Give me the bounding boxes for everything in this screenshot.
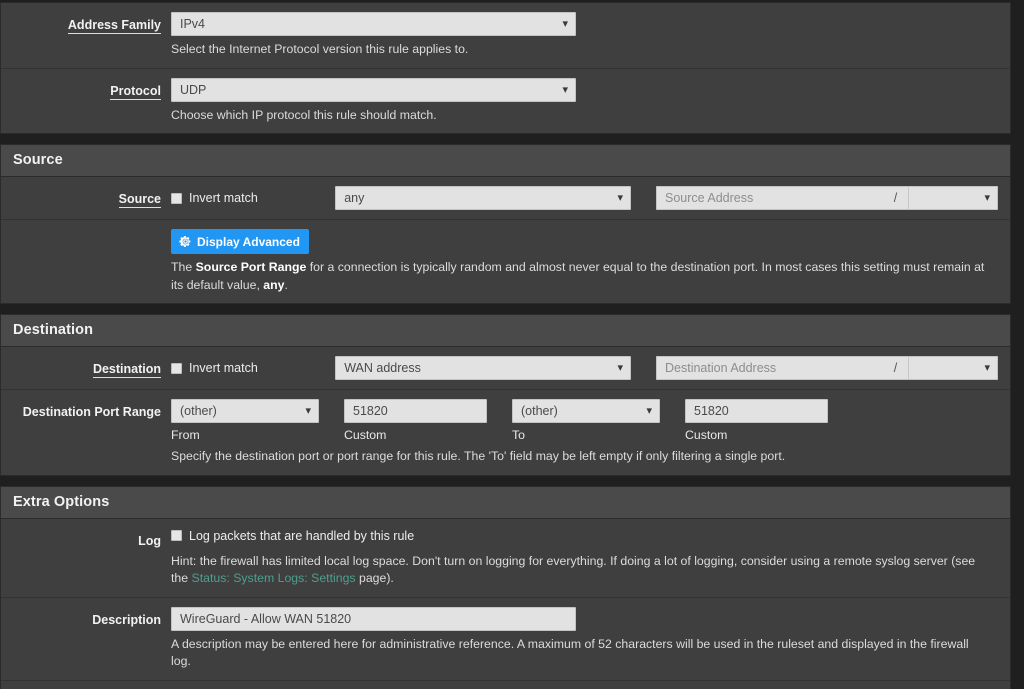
destination-address-group: Destination Address / ▾ bbox=[656, 356, 998, 380]
address-family-help: Select the Internet Protocol version thi… bbox=[171, 42, 469, 56]
description-row: Description WireGuard - Allow WAN 51820 … bbox=[1, 598, 1010, 681]
chevron-down-icon: ▾ bbox=[617, 192, 623, 204]
port-to-sublabel: To bbox=[512, 428, 525, 442]
source-port-range-label-spacer bbox=[1, 229, 171, 235]
source-type-select[interactable]: any ▾ bbox=[335, 186, 631, 210]
log-packets-label: Log packets that are handled by this rul… bbox=[189, 528, 415, 543]
help-suffix: . bbox=[284, 277, 288, 292]
port-from-custom-sublabel: Custom bbox=[344, 428, 387, 442]
destination-address-input[interactable]: Destination Address bbox=[656, 356, 883, 380]
extra-options-heading: Extra Options bbox=[1, 486, 1010, 519]
destination-port-to-value: (other) bbox=[521, 404, 558, 418]
port-from-custom-column: 51820 Custom bbox=[344, 399, 487, 442]
destination-port-range-label-text: Destination Port Range bbox=[22, 405, 161, 419]
destination-port-range-label: Destination Port Range bbox=[1, 399, 171, 420]
destination-label: Destination bbox=[1, 356, 171, 378]
port-from-sublabel: From bbox=[171, 428, 200, 442]
checkbox-box bbox=[171, 530, 182, 541]
log-hint-suffix: page). bbox=[355, 571, 394, 585]
port-range-fields: (other) ▾ From 51820 Custom (other) ▾ To… bbox=[171, 399, 998, 442]
source-port-range-row: Display Advanced The Source Port Range f… bbox=[1, 220, 1010, 303]
chevron-down-icon: ▾ bbox=[562, 83, 568, 96]
source-address-input[interactable]: Source Address bbox=[656, 186, 883, 210]
source-label-text[interactable]: Source bbox=[118, 192, 161, 208]
source-row: Source Invert match any ▾ Source Address… bbox=[1, 177, 1010, 220]
system-logs-settings-link[interactable]: Status: System Logs: Settings bbox=[192, 571, 356, 585]
destination-port-from-custom-input[interactable]: 51820 bbox=[344, 399, 487, 423]
extra-options-panel: Extra Options Log Log packets that are h… bbox=[0, 485, 1011, 689]
source-display-advanced-label: Display Advanced bbox=[197, 234, 300, 249]
description-label: Description bbox=[1, 607, 171, 628]
help-bold-any: any bbox=[263, 277, 285, 292]
source-panel: Source Source Invert match any ▾ Source bbox=[0, 144, 1011, 304]
log-packets-checkbox[interactable]: Log packets that are handled by this rul… bbox=[171, 528, 414, 544]
address-family-value: IPv4 bbox=[180, 17, 206, 31]
chevron-down-icon: ▾ bbox=[984, 192, 990, 204]
description-label-text: Description bbox=[92, 612, 161, 627]
cidr-slash-separator: / bbox=[883, 356, 908, 380]
source-type-value: any bbox=[344, 191, 365, 205]
protocol-value: UDP bbox=[180, 82, 207, 97]
destination-panel: Destination Destination Invert match WAN… bbox=[0, 314, 1011, 476]
destination-invert-match-label: Invert match bbox=[189, 361, 258, 375]
destination-port-to-select[interactable]: (other) ▾ bbox=[512, 399, 660, 423]
destination-port-range-help: Specify the destination port or port ran… bbox=[171, 449, 786, 463]
chevron-down-icon: ▾ bbox=[305, 405, 311, 417]
destination-port-from-select[interactable]: (other) ▾ bbox=[171, 399, 319, 423]
destination-mask-select[interactable]: ▾ bbox=[908, 356, 998, 380]
source-heading: Source bbox=[1, 145, 1010, 177]
description-input[interactable]: WireGuard - Allow WAN 51820 bbox=[171, 606, 576, 631]
log-label-text: Log bbox=[138, 533, 161, 548]
protocol-help: Choose which IP protocol this rule shoul… bbox=[171, 107, 437, 122]
address-family-label: Address Family bbox=[1, 12, 171, 34]
log-row: Log Log packets that are handled by this… bbox=[1, 519, 1010, 598]
protocol-label-text[interactable]: Protocol bbox=[110, 83, 161, 100]
destination-port-help-row: Specify the destination port or port ran… bbox=[1, 448, 1010, 475]
protocol-select[interactable]: UDP ▾ bbox=[171, 77, 576, 102]
cidr-slash-separator: / bbox=[883, 186, 908, 210]
destination-heading: Destination bbox=[1, 315, 1010, 347]
general-panel: Address Family IPv4 ▾ Select the Interne… bbox=[0, 2, 1011, 134]
destination-port-from-value: (other) bbox=[180, 404, 217, 418]
help-prefix: The bbox=[171, 260, 196, 274]
destination-label-text[interactable]: Destination bbox=[92, 362, 161, 378]
destination-type-value: WAN address bbox=[344, 361, 421, 375]
chevron-down-icon: ▾ bbox=[617, 362, 623, 374]
protocol-label: Protocol bbox=[1, 78, 171, 100]
chevron-down-icon: ▾ bbox=[646, 405, 652, 417]
source-display-advanced-button[interactable]: Display Advanced bbox=[171, 229, 309, 254]
chevron-down-icon: ▾ bbox=[562, 18, 568, 30]
destination-port-range-row: Destination Port Range (other) ▾ From 51… bbox=[1, 390, 1010, 448]
address-family-label-text[interactable]: Address Family bbox=[67, 18, 161, 34]
checkbox-box bbox=[171, 192, 182, 204]
destination-port-help-spacer bbox=[1, 448, 171, 454]
description-help: A description may be entered here for ad… bbox=[171, 636, 969, 669]
help-bold-source-port-range: Source Port Range bbox=[195, 260, 307, 274]
address-family-row: Address Family IPv4 ▾ Select the Interne… bbox=[1, 3, 1010, 69]
firewall-rule-edit-form: Address Family IPv4 ▾ Select the Interne… bbox=[0, 2, 1024, 689]
checkbox-box bbox=[171, 362, 182, 374]
source-label: Source bbox=[1, 186, 171, 208]
gear-icon bbox=[179, 235, 191, 248]
source-invert-match-checkbox[interactable]: Invert match bbox=[171, 186, 321, 210]
source-mask-select[interactable]: ▾ bbox=[908, 186, 998, 210]
protocol-row: Protocol UDP ▾ Choose which IP protocol … bbox=[1, 69, 1010, 134]
source-port-range-help: The Source Port Range for a connection i… bbox=[171, 259, 991, 294]
chevron-down-icon: ▾ bbox=[984, 362, 990, 374]
destination-type-select[interactable]: WAN address ▾ bbox=[335, 356, 631, 380]
source-address-group: Source Address / ▾ bbox=[656, 186, 998, 210]
port-from-column: (other) ▾ From bbox=[171, 399, 319, 442]
advanced-options-row: Advanced Options Display Advanced bbox=[1, 681, 1010, 689]
address-family-select[interactable]: IPv4 ▾ bbox=[171, 12, 576, 36]
port-to-custom-column: 51820 Custom bbox=[685, 399, 828, 442]
destination-port-to-custom-input[interactable]: 51820 bbox=[685, 399, 828, 423]
destination-invert-match-checkbox[interactable]: Invert match bbox=[171, 356, 321, 380]
port-to-custom-sublabel: Custom bbox=[685, 428, 728, 442]
destination-row: Destination Invert match WAN address ▾ D… bbox=[1, 347, 1010, 390]
port-to-column: (other) ▾ To bbox=[512, 399, 660, 442]
source-invert-match-label: Invert match bbox=[189, 191, 258, 205]
log-hint: Hint: the firewall has limited local log… bbox=[171, 553, 991, 588]
log-label: Log bbox=[1, 528, 171, 549]
